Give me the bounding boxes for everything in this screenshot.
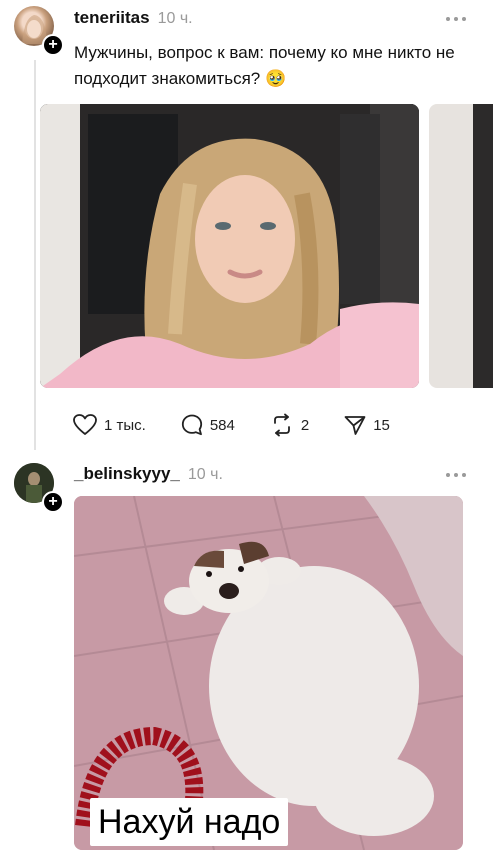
follow-plus-icon[interactable]: + [42, 34, 64, 56]
share-count: 15 [373, 416, 390, 434]
dog-illustration [74, 496, 463, 850]
like-button[interactable]: 1 тыс. [72, 413, 146, 437]
post-actions: 1 тыс. 584 2 15 [72, 412, 390, 438]
username[interactable]: _belinskyyy_ [74, 464, 180, 484]
comment-button[interactable]: 584 [180, 413, 235, 437]
heart-icon [73, 414, 97, 435]
post-time: 10 ч. [187, 466, 223, 483]
more-horizontal-icon[interactable] [445, 6, 467, 27]
comment-count: 584 [209, 416, 235, 434]
post-header: _belinskyyy_ 10 ч. [74, 464, 223, 488]
username[interactable]: teneriitas [74, 8, 150, 28]
like-count: 1 тыс. [104, 416, 146, 434]
post-header: teneriitas 10 ч. [74, 8, 193, 32]
share-button[interactable]: 15 [343, 413, 390, 437]
post-teneriitas: + teneriitas 10 ч. Мужчины, вопрос к вам… [0, 0, 493, 455]
post-time: 10 ч. [157, 10, 193, 27]
repost-count: 2 [300, 416, 310, 434]
selfie-illustration [40, 104, 419, 388]
photo-dog-meme[interactable]: Нахуй надо [74, 496, 463, 850]
photo-next-preview[interactable] [429, 104, 493, 388]
more-horizontal-icon[interactable] [445, 462, 467, 483]
avatar-container[interactable]: + [14, 6, 64, 56]
comment-icon [181, 414, 202, 436]
follow-plus-icon[interactable]: + [42, 491, 64, 513]
post-caption: Мужчины, вопрос к вам: почему ко мне ник… [74, 43, 455, 88]
share-icon [344, 416, 366, 435]
repost-icon [273, 413, 290, 437]
photo-selfie[interactable] [40, 104, 419, 388]
thread-line [34, 60, 36, 450]
media-carousel[interactable] [40, 104, 493, 388]
meme-caption: Нахуй надо [90, 798, 289, 846]
avatar-container[interactable]: + [14, 463, 64, 513]
repost-button[interactable]: 2 [269, 413, 309, 437]
